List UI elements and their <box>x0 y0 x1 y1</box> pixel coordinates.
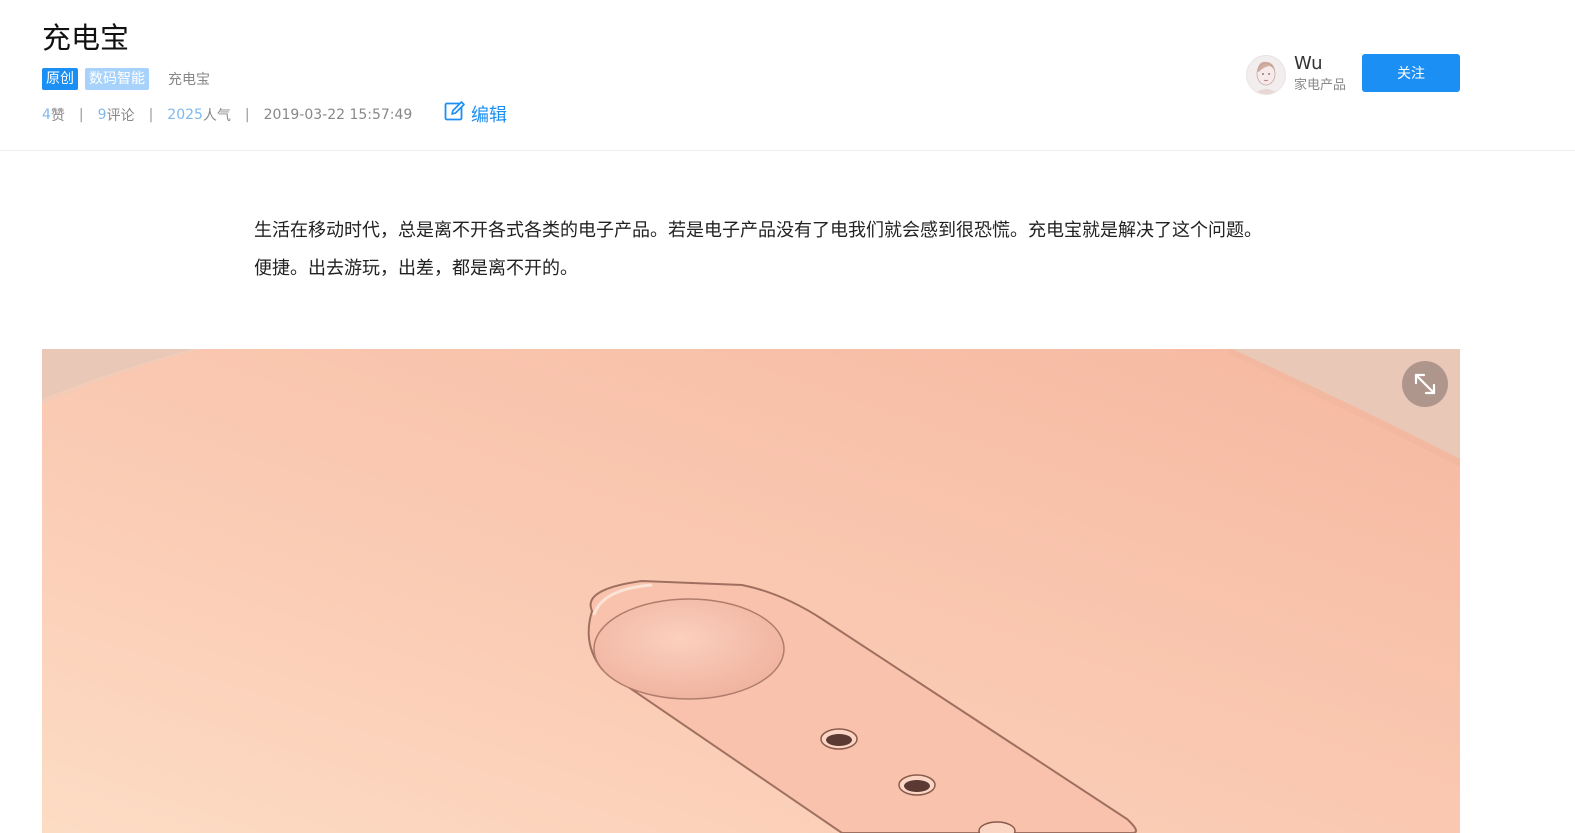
keyword-tag[interactable]: 充电宝 <box>168 69 210 89</box>
avatar[interactable] <box>1246 55 1286 95</box>
author-name[interactable]: Wu <box>1294 53 1323 75</box>
meta-separator: | <box>148 107 154 123</box>
original-badge: 原创 <box>42 68 78 90</box>
article-paragraph: 生活在移动时代，总是离不开各式各类的电子产品。若是电子产品没有了电我们就会感到很… <box>254 220 1262 279</box>
meta-separator: | <box>244 107 250 123</box>
comments-count: 9 <box>97 107 107 123</box>
edit-label: 编辑 <box>471 104 507 126</box>
likes-label: 赞 <box>50 108 65 124</box>
likes-count: 4 <box>42 107 51 123</box>
follow-button[interactable]: 关注 <box>1362 54 1460 92</box>
meta-separator: | <box>78 107 84 123</box>
views-label: 人气 <box>202 108 231 124</box>
author-subtitle: 家电产品 <box>1294 78 1347 93</box>
expand-icon <box>1402 373 1448 411</box>
tag-row: 原创 数码智能 充电宝 <box>42 68 210 90</box>
page-title: 充电宝 <box>42 21 130 55</box>
edit-icon <box>444 100 471 127</box>
post-datetime: 2019-03-22 15:57:49 <box>263 107 413 123</box>
category-tag[interactable]: 数码智能 <box>85 68 149 90</box>
edit-button[interactable]: 编辑 <box>444 100 507 127</box>
expand-button[interactable] <box>1402 361 1448 407</box>
product-photo <box>42 349 1460 833</box>
post-meta: 4赞 | 9 评论 | 2025 人气 | 2019-03-22 15:57:49 <box>42 104 412 126</box>
comments-label: 评论 <box>106 108 135 124</box>
post-header: 充电宝 原创 数码智能 充电宝 4赞 | 9 评论 | 2025 人气 | 2019… <box>0 0 1575 151</box>
views-count: 2025 <box>167 107 203 123</box>
